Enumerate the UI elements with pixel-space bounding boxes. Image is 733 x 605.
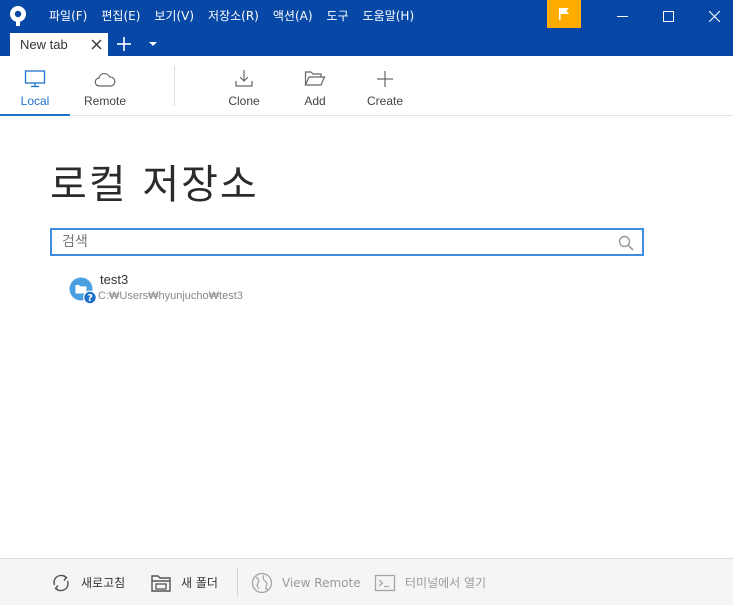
- add-label: Add: [304, 94, 326, 108]
- menu-edit[interactable]: 편집(E): [94, 0, 147, 32]
- clone-button[interactable]: Clone: [214, 56, 274, 116]
- menu-actions[interactable]: 액션(A): [266, 0, 320, 32]
- toolbar-divider: [174, 66, 175, 106]
- minimize-button[interactable]: [599, 0, 645, 32]
- title-bar: 파일(F) 편집(E) 보기(V) 저장소(R) 액션(A) 도구 도움말(H): [0, 0, 733, 32]
- sourcetree-logo-icon: [0, 0, 36, 32]
- close-button[interactable]: [691, 0, 733, 32]
- search-box: [50, 228, 644, 256]
- bottom-bar-divider: [237, 568, 238, 597]
- plus-icon: [376, 68, 394, 88]
- repo-path: C:₩Users₩hyunjucho₩test3: [98, 290, 243, 302]
- repo-list-item[interactable]: ? test3 C:₩Users₩hyunjucho₩test3: [66, 272, 366, 306]
- tab-bar: New tab: [0, 32, 733, 56]
- maximize-icon: [662, 10, 674, 22]
- open-terminal-label: 터미널에서 열기: [405, 576, 487, 590]
- menu-view[interactable]: 보기(V): [147, 0, 201, 32]
- tab-label: New tab: [20, 37, 68, 52]
- svg-text:?: ?: [87, 293, 93, 304]
- refresh-button[interactable]: 새로고침: [50, 559, 125, 605]
- clone-label: Clone: [228, 94, 260, 108]
- search-input[interactable]: [62, 230, 622, 254]
- refresh-label: 새로고침: [81, 576, 126, 590]
- new-folder-label: 새 폴더: [181, 576, 218, 590]
- download-icon: [234, 68, 254, 88]
- open-terminal-button[interactable]: 터미널에서 열기: [374, 559, 486, 605]
- search-icon: [618, 235, 634, 251]
- tab-close-icon[interactable]: [90, 38, 103, 51]
- add-tab-icon[interactable]: [116, 36, 132, 52]
- menu-file[interactable]: 파일(F): [42, 0, 94, 32]
- create-label: Create: [366, 94, 404, 108]
- page-title: 로컬 저장소: [50, 162, 259, 208]
- menu-tools[interactable]: 도구: [320, 0, 356, 32]
- local-label: Local: [20, 94, 50, 108]
- menu-bar: 파일(F) 편집(E) 보기(V) 저장소(R) 액션(A) 도구 도움말(H): [42, 0, 421, 32]
- globe-icon: [251, 572, 273, 594]
- bottom-bar: 새로고침 새 폴더 View Remote 터미널에서 열기: [0, 558, 733, 605]
- create-button[interactable]: Create: [355, 56, 415, 116]
- terminal-icon: [374, 572, 396, 594]
- new-folder-icon: [150, 572, 172, 594]
- flag-button[interactable]: [547, 0, 581, 28]
- view-remote-label: View Remote: [282, 575, 361, 590]
- repo-name: test3: [100, 272, 129, 287]
- view-remote-button[interactable]: View Remote: [251, 559, 361, 605]
- flag-icon: [559, 8, 569, 20]
- close-icon: [708, 10, 720, 22]
- tab-dropdown-icon[interactable]: [148, 41, 158, 47]
- repository-folder-icon: ?: [69, 277, 97, 305]
- menu-help[interactable]: 도움말(H): [356, 0, 422, 32]
- tab-new-tab[interactable]: New tab: [10, 33, 108, 56]
- minimize-icon: [616, 15, 628, 17]
- new-folder-button[interactable]: 새 폴더: [150, 559, 218, 605]
- add-button[interactable]: Add: [285, 56, 345, 116]
- tab-local[interactable]: Local: [0, 56, 70, 116]
- menu-repository[interactable]: 저장소(R): [201, 0, 266, 32]
- monitor-icon: [24, 68, 46, 88]
- refresh-icon: [50, 572, 72, 594]
- toolbar: Local Remote Clone Add Create: [0, 56, 733, 116]
- tab-remote[interactable]: Remote: [70, 56, 140, 116]
- remote-label: Remote: [83, 94, 127, 108]
- maximize-button[interactable]: [645, 0, 691, 32]
- folder-open-icon: [304, 68, 326, 88]
- cloud-icon: [94, 68, 116, 88]
